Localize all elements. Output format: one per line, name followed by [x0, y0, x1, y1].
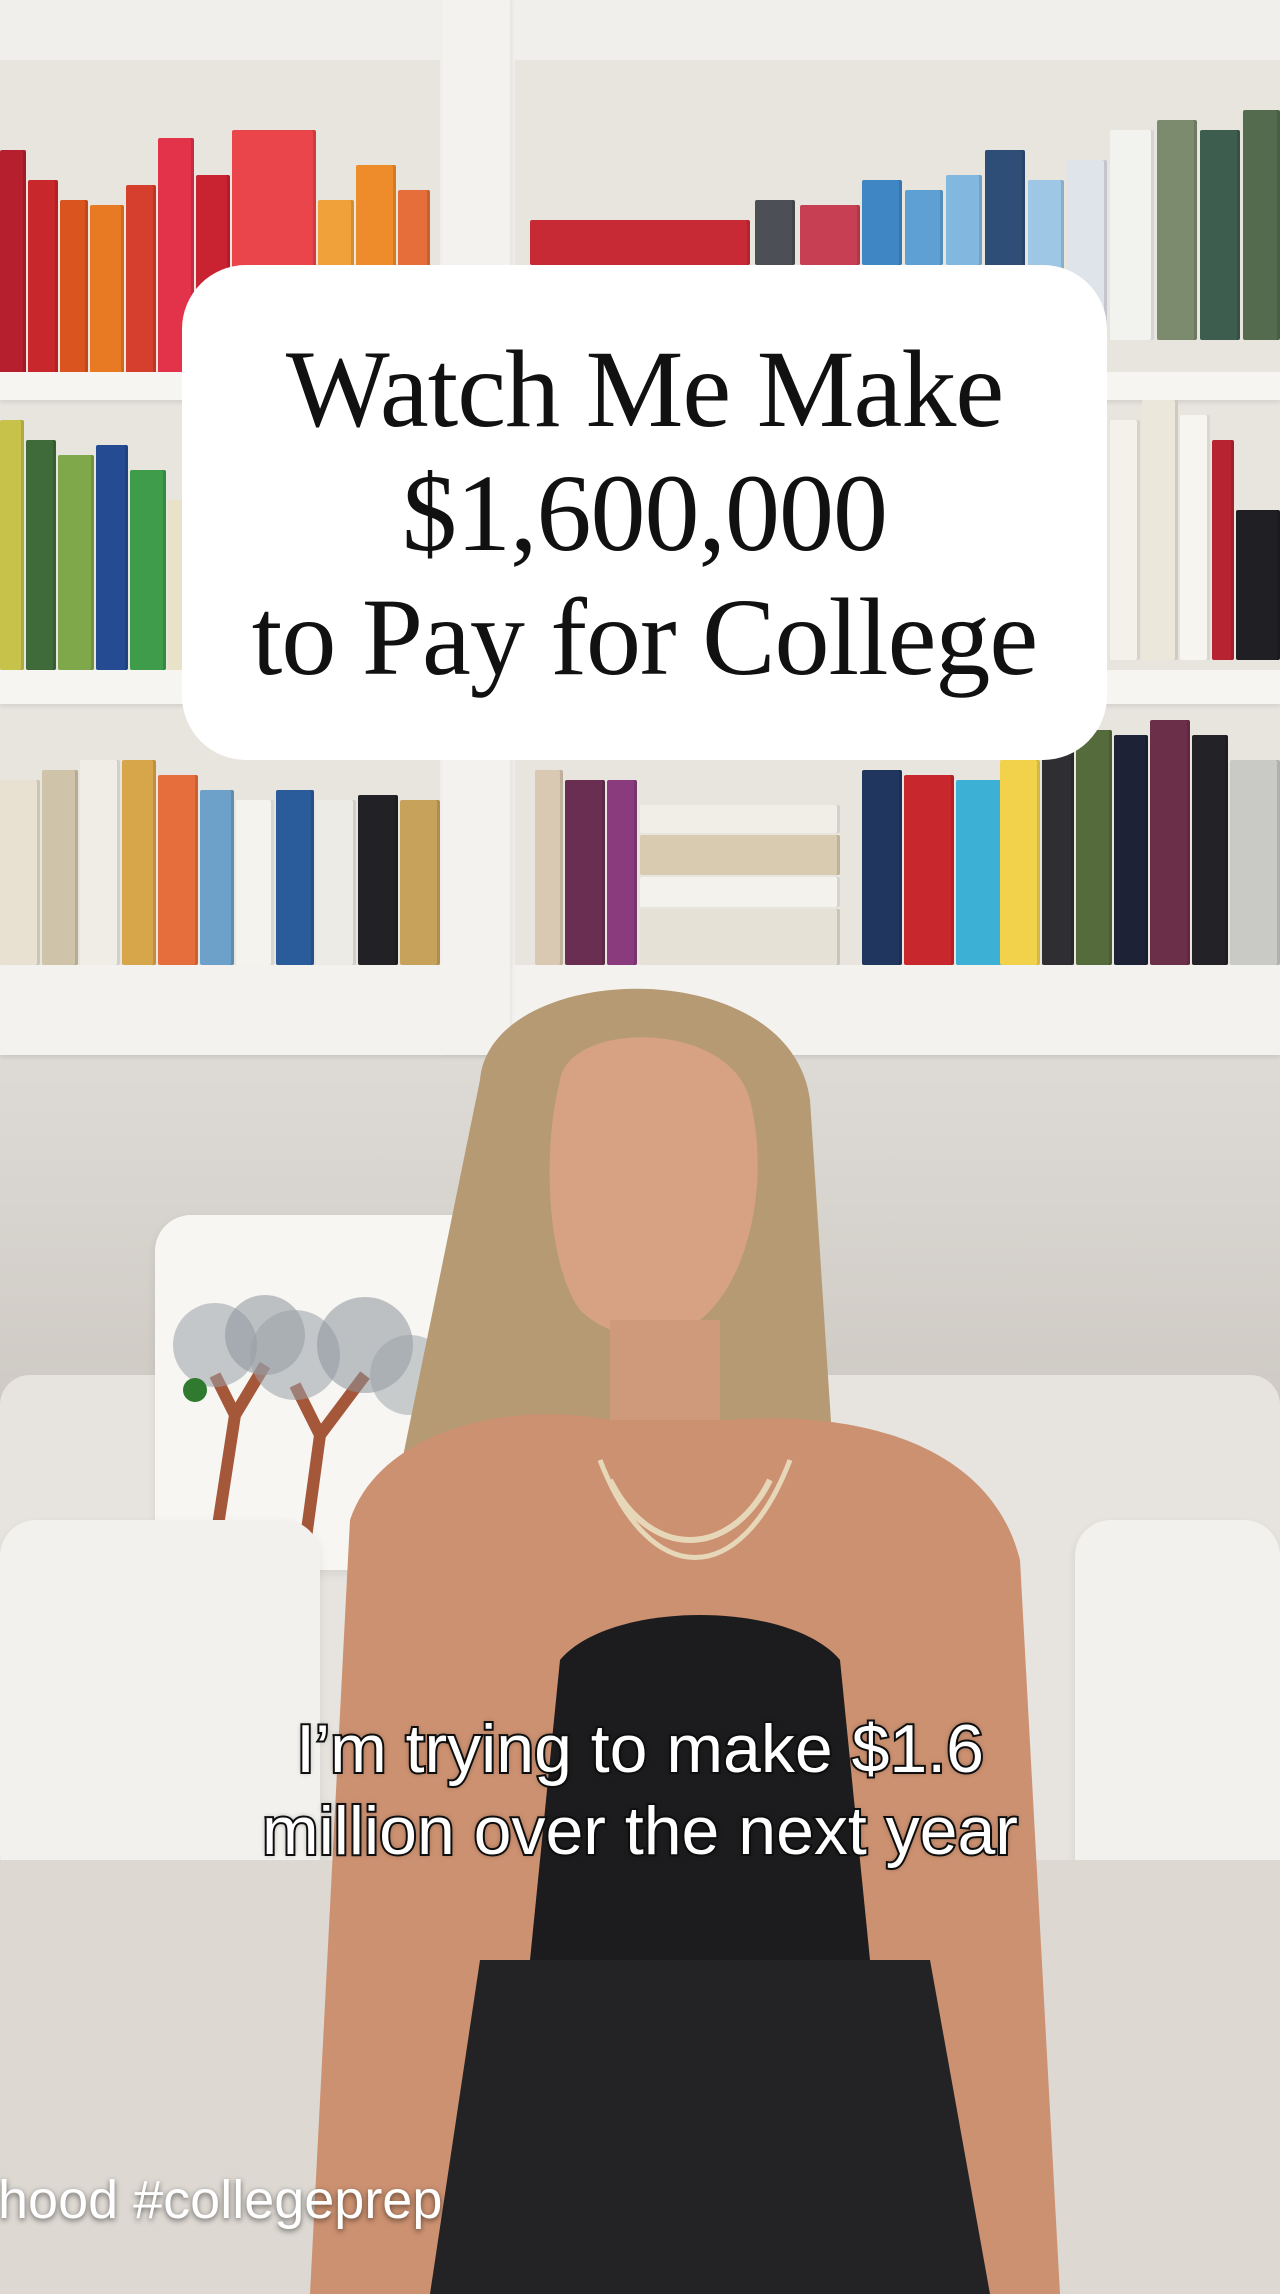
- caption-line-2: million over the next year: [260, 1791, 1020, 1871]
- book: [755, 200, 795, 265]
- book: [1000, 760, 1040, 965]
- book: [1243, 110, 1280, 340]
- book: [0, 150, 26, 375]
- caption-line-1: I’m trying to make $1.6: [294, 1709, 986, 1789]
- book: [904, 775, 954, 965]
- book: [1142, 400, 1178, 660]
- book: [158, 775, 198, 965]
- book: [126, 185, 156, 375]
- description-hashtags[interactable]: hood #collegeprep: [0, 2168, 442, 2232]
- book: [42, 770, 78, 965]
- book: [400, 800, 440, 965]
- book: [640, 877, 840, 907]
- book: [1200, 130, 1240, 340]
- book: [640, 835, 840, 875]
- book: [1230, 760, 1280, 965]
- book: [640, 805, 840, 833]
- book: [276, 790, 314, 965]
- book: [1192, 735, 1228, 965]
- book: [358, 795, 398, 965]
- title-text: Watch Me Make $1,600,000 to Pay for Coll…: [251, 327, 1038, 699]
- video-caption: I’m trying to make $1.6 million over the…: [0, 1708, 1280, 1872]
- book: [236, 800, 274, 965]
- book: [26, 440, 56, 670]
- title-line-1: Watch Me Make: [285, 327, 1004, 450]
- book: [1076, 730, 1112, 965]
- book: [90, 205, 124, 375]
- title-line-2: $1,600,000: [402, 451, 888, 574]
- book: [0, 780, 40, 965]
- title-line-3: to Pay for College: [251, 575, 1038, 698]
- book: [1180, 415, 1210, 660]
- book: [60, 200, 88, 375]
- book: [1110, 130, 1154, 340]
- book: [1236, 510, 1280, 660]
- book: [1042, 745, 1074, 965]
- book: [1212, 440, 1234, 660]
- book: [80, 760, 120, 965]
- book: [1114, 735, 1148, 965]
- book: [1150, 720, 1190, 965]
- book: [535, 770, 563, 965]
- book: [640, 909, 840, 965]
- book: [28, 180, 58, 375]
- book: [946, 175, 982, 265]
- book: [316, 800, 356, 965]
- book: [862, 180, 902, 265]
- book: [1157, 120, 1197, 340]
- book: [58, 455, 94, 670]
- book: [862, 770, 902, 965]
- book: [800, 205, 860, 265]
- person-figure: [310, 988, 1060, 2294]
- book: [96, 445, 128, 670]
- book: [122, 760, 156, 965]
- book: [200, 790, 234, 965]
- book: [130, 470, 166, 670]
- book: [0, 420, 24, 670]
- book: [905, 190, 943, 265]
- book: [607, 780, 637, 965]
- book: [1110, 420, 1140, 660]
- title-card: Watch Me Make $1,600,000 to Pay for Coll…: [182, 265, 1107, 760]
- book: [565, 780, 605, 965]
- book: [530, 220, 750, 265]
